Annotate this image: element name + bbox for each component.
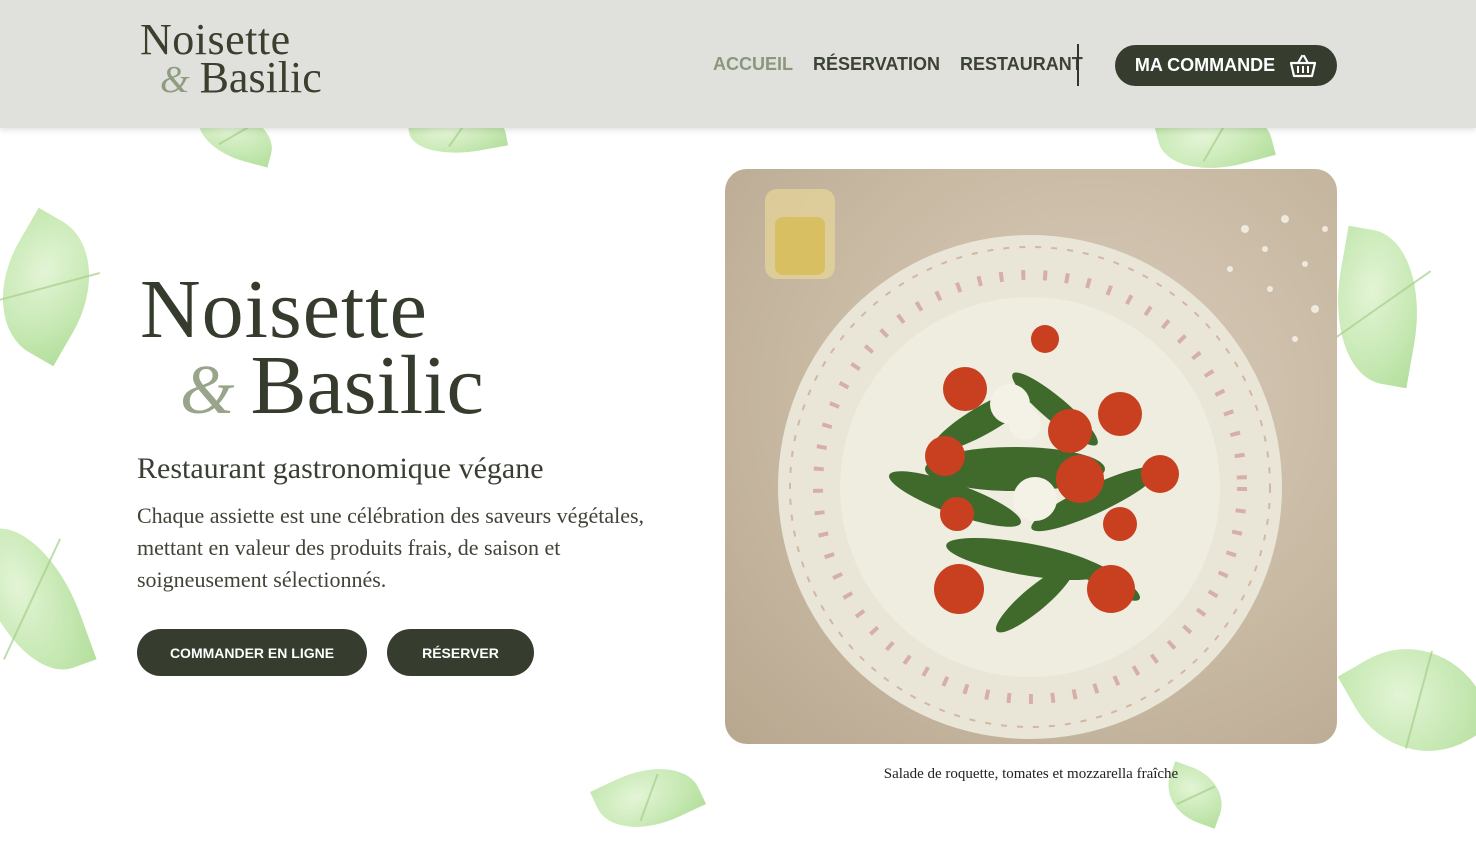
salad-illustration (765, 189, 1328, 739)
hero-subtitle: Restaurant gastronomique végane (137, 452, 544, 485)
main-nav: ACCUEIL RÉSERVATION RESTAURANT (713, 54, 1083, 75)
nav-link-reservation[interactable]: RÉSERVATION (813, 54, 940, 75)
hero-logo-ampersand: & (180, 352, 235, 429)
basil-leaf-decoration (590, 749, 706, 846)
reserve-button[interactable]: RÉSERVER (387, 629, 534, 676)
basil-leaf-decoration (0, 510, 97, 688)
hero-logo: Noisette & Basilic (140, 268, 484, 428)
site-header: Noisette & Basilic ACCUEIL RÉSERVATION R… (0, 0, 1476, 128)
logo-text-basilic: Basilic (199, 53, 322, 102)
my-order-label: MA COMMANDE (1134, 55, 1276, 75)
basil-leaf-decoration (1322, 225, 1433, 389)
nav-link-accueil[interactable]: ACCUEIL (713, 54, 793, 75)
logo-ampersand: & (160, 59, 190, 101)
nav-divider (1077, 44, 1079, 86)
nav-link-restaurant[interactable]: RESTAURANT (960, 54, 1083, 75)
hero-description: Chaque assiette est une célébration des … (137, 503, 645, 592)
site-logo[interactable]: Noisette & Basilic (140, 18, 322, 100)
basil-leaf-decoration (1337, 619, 1476, 781)
my-order-button[interactable]: MA COMMANDE (1115, 45, 1337, 86)
basket-icon (1290, 54, 1317, 77)
hero-logo-basilic: Basilic (250, 339, 484, 432)
salad-photo (725, 169, 1337, 744)
order-online-button[interactable]: COMMANDER EN LIGNE (137, 629, 367, 676)
basil-leaf-decoration (0, 207, 119, 367)
photo-caption: Salade de roquette, tomates et mozzarell… (883, 766, 1179, 782)
